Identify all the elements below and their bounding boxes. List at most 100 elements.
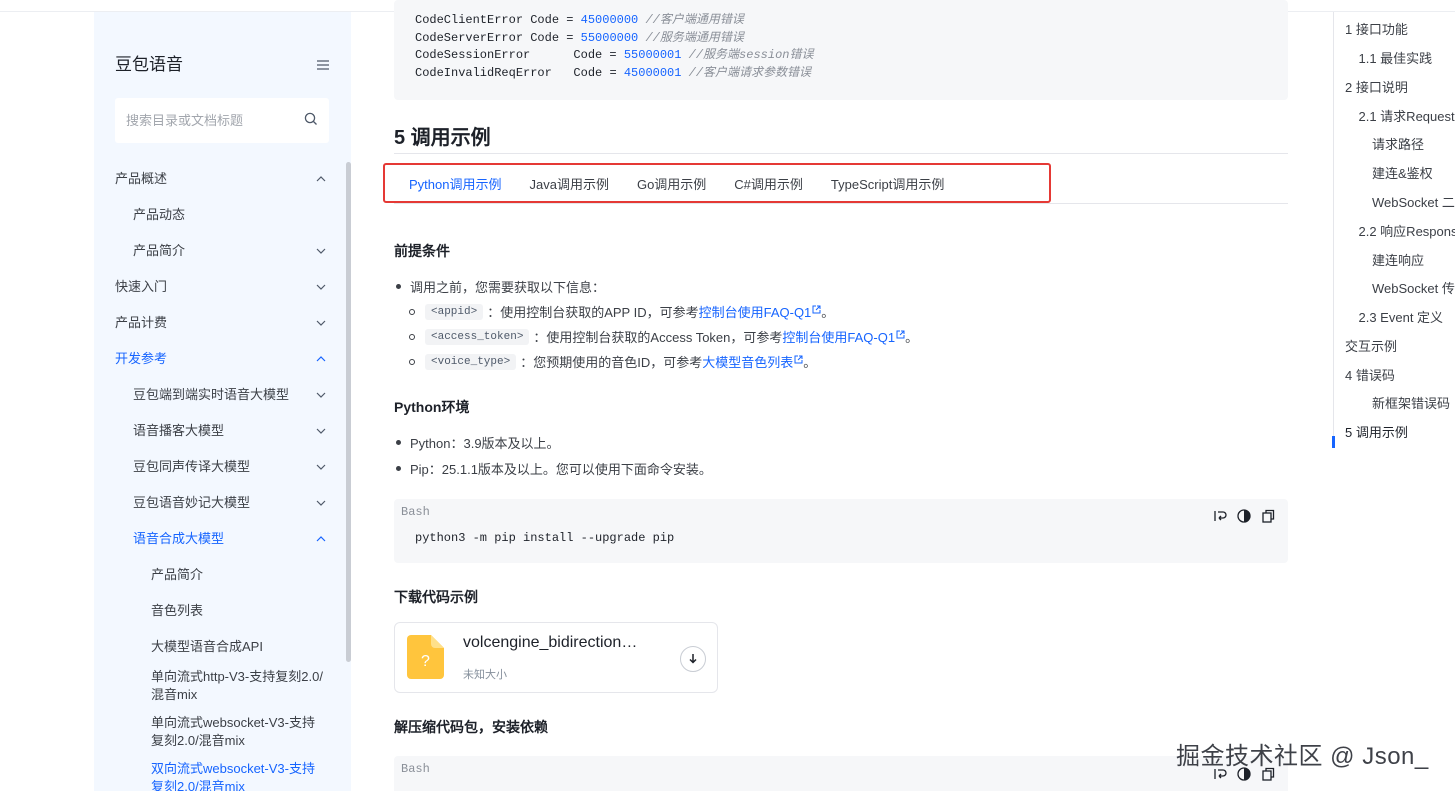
sidebar-item-label: 音色列表 (151, 602, 204, 618)
toc-item[interactable]: 建连&鉴权 (1372, 163, 1433, 182)
chevron-up-icon[interactable] (316, 170, 326, 185)
tab-language[interactable]: TypeScript调用示例 (831, 174, 944, 193)
menu-icon[interactable] (317, 58, 329, 70)
chevron-down-icon[interactable] (316, 242, 326, 257)
toc-item[interactable]: 2.3 Event 定义 (1359, 307, 1444, 326)
toc-item[interactable]: 建连响应 (1372, 250, 1424, 269)
bullet-dot (396, 440, 401, 445)
toc-item[interactable]: 交互示例 (1345, 336, 1397, 355)
bash-code-block-2: Bash (394, 756, 1288, 791)
sidebar-item[interactable]: 大模型语音合成API (94, 627, 351, 663)
watermark: 掘金技术社区 @ Json_ (1176, 743, 1429, 770)
tab-language[interactable]: Python调用示例 (409, 174, 501, 193)
code-line: CodeClientError Code = 45000000 //客户端通用错… (415, 12, 1267, 30)
unzip-title: 解压缩代码包，安装依赖 (394, 719, 548, 735)
main-content: CodeClientError Code = 45000000 //客户端通用错… (383, 0, 1288, 791)
file-card[interactable]: ? volcengine_bidirectional_demo.tar.gz 未… (394, 622, 718, 693)
code-lang-label: Bash (401, 505, 430, 519)
external-link-icon (793, 355, 803, 370)
toc-item[interactable]: 2 接口说明 (1345, 77, 1408, 96)
sidebar-item-label: 产品简介 (133, 242, 186, 258)
sidebar-header: 豆包语音 (115, 50, 329, 75)
sidebar-item[interactable]: 豆包端到端实时语音大模型 (94, 375, 351, 411)
download-button[interactable] (680, 646, 706, 672)
bullet-dot (396, 284, 401, 289)
sidebar-item[interactable]: 单向流式websocket-V3-支持复刻2.0/混音mix (94, 709, 351, 755)
chevron-down-icon[interactable] (316, 494, 326, 509)
chevron-down-icon[interactable] (316, 458, 326, 473)
sidebar-item[interactable]: 开发参考 (94, 339, 351, 375)
prereq-item: <appid> ：使用控制台获取的APP ID，可参考 控制台使用FAQ-Q1 。 (394, 302, 834, 321)
search-input[interactable] (126, 113, 304, 128)
search-icon[interactable] (304, 112, 318, 129)
sidebar-item[interactable]: 豆包同声传译大模型 (94, 447, 351, 483)
doc-link[interactable]: 大模型音色列表 (702, 352, 803, 371)
sidebar-item[interactable]: 单向流式http-V3-支持复刻2.0/混音mix (94, 663, 351, 709)
toc-item[interactable]: 1.1 最佳实践 (1359, 48, 1433, 67)
chevron-up-icon[interactable] (316, 350, 326, 365)
bullet-circle (409, 333, 415, 340)
sidebar-item[interactable]: 豆包语音妙记大模型 (94, 483, 351, 519)
doc-link-label: 大模型音色列表 (702, 355, 794, 370)
code-line: CodeServerError Code = 55000000 //服务端通用错… (415, 30, 1267, 48)
sidebar-item[interactable]: 产品简介 (94, 555, 351, 591)
tab-language[interactable]: Go调用示例 (637, 174, 706, 193)
sidebar-item[interactable]: 产品简介 (94, 231, 351, 267)
chevron-up-icon[interactable] (316, 530, 326, 545)
prereq-text: ：您预期使用的音色ID，可参考 (520, 355, 703, 370)
doc-link-label: 控制台使用FAQ-Q1 (782, 330, 896, 345)
code-line: CodeSessionError Code = 55000001 //服务端se… (415, 47, 1267, 65)
code-comment: //客户端请求参数错误 (688, 65, 812, 80)
sidebar-item[interactable]: 双向流式websocket-V3-支持复刻2.0/混音mix (94, 755, 351, 791)
sidebar-item[interactable]: 音色列表 (94, 591, 351, 627)
sidebar-item[interactable]: 快速入门 (94, 267, 351, 303)
chevron-down-icon[interactable] (316, 314, 326, 329)
copy-icon[interactable] (1260, 508, 1276, 524)
chevron-down-icon[interactable] (316, 422, 326, 437)
doc-link[interactable]: 控制台使用FAQ-Q1 (782, 327, 905, 346)
code-toolbar (1212, 508, 1276, 524)
sidebar-title: 豆包语音 (115, 55, 183, 74)
sidebar-item-label: 产品简介 (151, 566, 204, 582)
inline-code: <appid> (425, 303, 484, 320)
sidebar-item[interactable]: 产品动态 (94, 195, 351, 231)
sidebar-item-label: 豆包同声传译大模型 (133, 458, 251, 474)
wrap-icon[interactable] (1212, 508, 1228, 524)
sidebar-item-label: 单向流式http-V3-支持复刻2.0/混音mix (151, 669, 323, 702)
chevron-down-icon[interactable] (316, 278, 326, 293)
prereq-text: ：使用控制台获取的APP ID，可参考 (487, 305, 699, 320)
sidebar-item[interactable]: 语音合成大模型 (94, 519, 351, 555)
code-value: 45000000 (580, 13, 639, 27)
tab-language[interactable]: Java调用示例 (529, 174, 608, 193)
tab-language[interactable]: C#调用示例 (734, 174, 803, 193)
code-value: 55000000 (580, 30, 639, 45)
toc-item[interactable]: 4 错误码 (1345, 365, 1395, 384)
sidebar-item[interactable]: 产品概述 (94, 159, 351, 195)
toc-item[interactable]: WebSocket 传输格式 (1372, 278, 1455, 297)
pip-version-text: Pip：25.1.1版本及以上。您可以使用下面命令安装。 (410, 462, 712, 477)
toc-item[interactable]: 5 调用示例 (1345, 422, 1408, 441)
toc-item[interactable]: WebSocket 二进制协议 (1372, 192, 1455, 211)
sidebar-item-label: 大模型语音合成API (151, 638, 263, 654)
table-of-contents: 1 接口功能 1.1 最佳实践 2 接口说明 2.1 请求Request 请求路径建连&… (1332, 12, 1455, 448)
python-env-item: Python：3.9版本及以上。 (394, 433, 560, 452)
sidebar-item[interactable]: 产品计费 (94, 303, 351, 339)
toc-item[interactable]: 请求路径 (1372, 134, 1424, 153)
chevron-down-icon[interactable] (316, 386, 326, 401)
theme-icon[interactable] (1236, 508, 1252, 524)
prereq-text: ：使用控制台获取的Access Token，可参考 (533, 330, 783, 345)
sidebar: 豆包语音 产品概述产品动态产品简介快速入门产品计费开发参考豆包端到端实时语音大模… (94, 12, 351, 791)
python-env-title: Python环境 (394, 399, 470, 415)
doc-link[interactable]: 控制台使用FAQ-Q1 (699, 302, 822, 321)
sidebar-search[interactable] (115, 98, 329, 143)
python-env-item: Pip：25.1.1版本及以上。您可以使用下面命令安装。 (394, 459, 712, 478)
toc-item[interactable]: 1 接口功能 (1345, 19, 1408, 38)
sidebar-item-label: 单向流式websocket-V3-支持复刻2.0/混音mix (151, 715, 315, 748)
code-comment: //客户端通用错误 (645, 13, 744, 27)
toc-item[interactable]: 2.2 响应Response (1359, 221, 1455, 240)
code-lang-label: Bash (401, 762, 430, 776)
sidebar-item[interactable]: 语音播客大模型 (94, 411, 351, 447)
toc-item[interactable]: 2.1 请求Request (1359, 106, 1455, 125)
toc-item[interactable]: 新框架错误码 (1372, 393, 1450, 412)
sidebar-scrollbar[interactable] (346, 162, 351, 662)
